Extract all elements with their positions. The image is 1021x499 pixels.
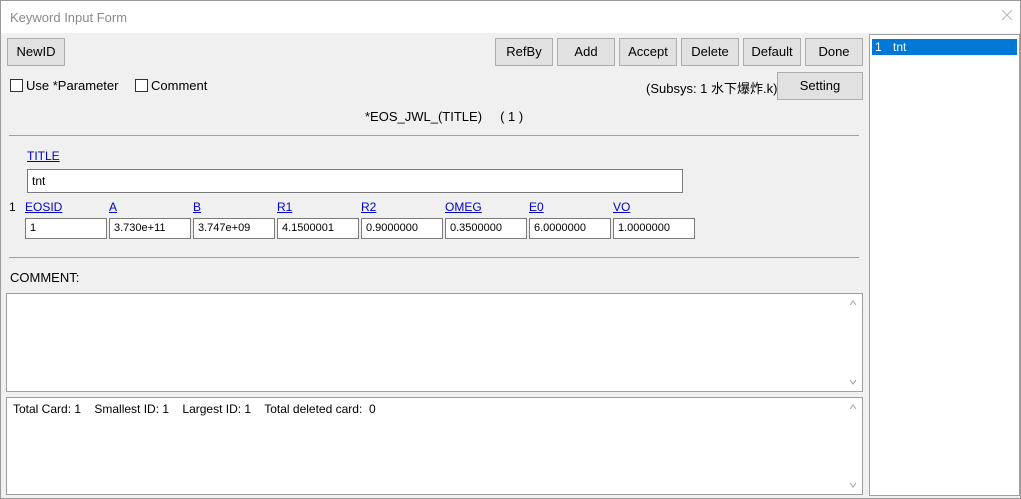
r2-label[interactable]: R2: [361, 200, 376, 214]
title-input[interactable]: tnt: [27, 169, 683, 193]
vo-input[interactable]: 1.0000000: [613, 218, 695, 239]
status-scrollbar[interactable]: [845, 398, 862, 494]
a-label[interactable]: A: [109, 200, 117, 214]
card-row-number: 1: [9, 200, 16, 214]
b-input[interactable]: 3.747e+09: [193, 218, 275, 239]
list-item-name: tnt: [893, 40, 907, 54]
window-title: Keyword Input Form: [10, 10, 128, 25]
done-button[interactable]: Done: [805, 38, 863, 66]
scroll-up-icon[interactable]: [849, 403, 857, 411]
vo-label[interactable]: VO: [613, 200, 630, 214]
comment-section-label: COMMENT:: [10, 270, 80, 285]
title-field-label[interactable]: TITLE: [27, 149, 60, 163]
comment-scrollbar[interactable]: [845, 294, 862, 391]
comment-textarea[interactable]: [6, 293, 863, 392]
checkbox-box[interactable]: [10, 79, 23, 92]
list-item[interactable]: 1 tnt: [872, 39, 1017, 55]
subsys-label: (Subsys: 1 水下爆炸.k): [646, 81, 778, 96]
omeg-label[interactable]: OMEG: [445, 200, 482, 214]
divider: [9, 135, 859, 136]
list-item-id: 1: [875, 40, 882, 54]
scroll-down-icon[interactable]: [849, 481, 857, 489]
use-parameter-label: Use *Parameter: [26, 78, 119, 93]
b-label[interactable]: B: [193, 200, 201, 214]
e0-label[interactable]: E0: [529, 200, 544, 214]
delete-button[interactable]: Delete: [681, 38, 739, 66]
eosid-label[interactable]: EOSID: [25, 200, 62, 214]
keyword-input-form-window: Keyword Input Form NewID RefBy Add Accep…: [0, 0, 1021, 499]
refby-button[interactable]: RefBy: [495, 38, 553, 66]
eosid-input[interactable]: 1: [25, 218, 107, 239]
status-textarea[interactable]: Total Card: 1 Smallest ID: 1 Largest ID:…: [6, 397, 863, 495]
close-icon[interactable]: [1000, 8, 1014, 22]
omeg-input[interactable]: 0.3500000: [445, 218, 527, 239]
scroll-down-icon[interactable]: [849, 378, 857, 386]
default-button[interactable]: Default: [743, 38, 801, 66]
add-button[interactable]: Add: [557, 38, 615, 66]
use-parameter-checkbox[interactable]: Use *Parameter: [10, 78, 118, 93]
r1-input[interactable]: 4.1500001: [277, 218, 359, 239]
status-text: Total Card: 1 Smallest ID: 1 Largest ID:…: [13, 402, 376, 416]
comment-checkbox-label: Comment: [151, 78, 208, 93]
newid-button[interactable]: NewID: [7, 38, 65, 66]
scroll-up-icon[interactable]: [849, 299, 857, 307]
r2-input[interactable]: 0.9000000: [361, 218, 443, 239]
r1-label[interactable]: R1: [277, 200, 292, 214]
divider: [9, 257, 859, 258]
setting-button[interactable]: Setting: [777, 72, 863, 100]
id-list-panel[interactable]: 1 tnt: [869, 34, 1020, 496]
comment-checkbox[interactable]: Comment: [135, 78, 207, 93]
a-input[interactable]: 3.730e+11: [109, 218, 191, 239]
checkbox-box[interactable]: [135, 79, 148, 92]
keyword-header: *EOS_JWL_(TITLE) ( 1 ): [365, 109, 524, 124]
title-bar: Keyword Input Form: [1, 1, 1020, 33]
accept-button[interactable]: Accept: [619, 38, 677, 66]
e0-input[interactable]: 6.0000000: [529, 218, 611, 239]
